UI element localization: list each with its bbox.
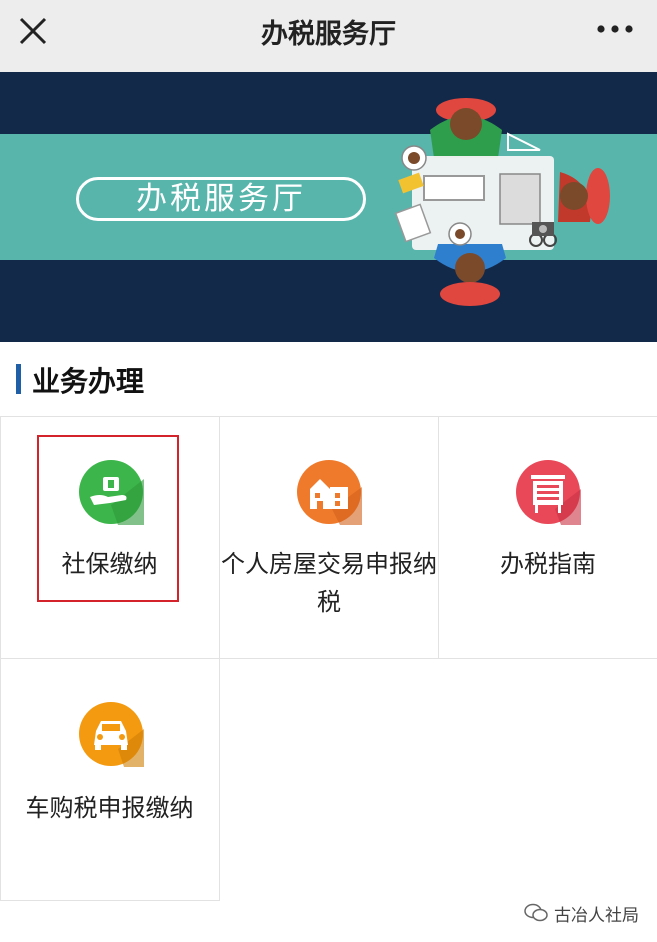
- service-label: 车购税申报缴纳: [25, 794, 194, 822]
- more-button[interactable]: [593, 12, 637, 46]
- guide-board-icon: [516, 460, 581, 525]
- service-house-transaction-tax[interactable]: 个人房屋交易申报纳税: [220, 417, 438, 658]
- house-icon: [297, 460, 362, 525]
- page-title: 办税服务厅: [261, 19, 396, 50]
- service-label: 办税指南: [500, 550, 596, 578]
- selection-highlight: [37, 435, 179, 602]
- office-desk-illustration: [394, 98, 610, 306]
- service-vehicle-purchase-tax[interactable]: 车购税申报缴纳: [0, 659, 219, 900]
- grid-divider: [0, 900, 220, 901]
- account-name: 古冶人社局: [554, 905, 639, 926]
- hero-banner: 办税服务厅: [0, 72, 657, 342]
- section-accent-bar: [16, 364, 21, 394]
- top-nav-bar: 办税服务厅: [0, 0, 657, 72]
- service-label: 个人房屋交易申报纳税: [221, 550, 437, 616]
- banner-title: 办税服务厅: [76, 177, 366, 221]
- car-icon: [79, 702, 144, 767]
- account-watermark: 古冶人社局: [524, 900, 639, 926]
- section-header: 业务办理: [0, 342, 657, 416]
- service-tax-guide[interactable]: 办税指南: [439, 417, 657, 658]
- more-dots-icon: [597, 25, 633, 33]
- section-title: 业务办理: [32, 365, 145, 398]
- wechat-icon: [524, 903, 548, 922]
